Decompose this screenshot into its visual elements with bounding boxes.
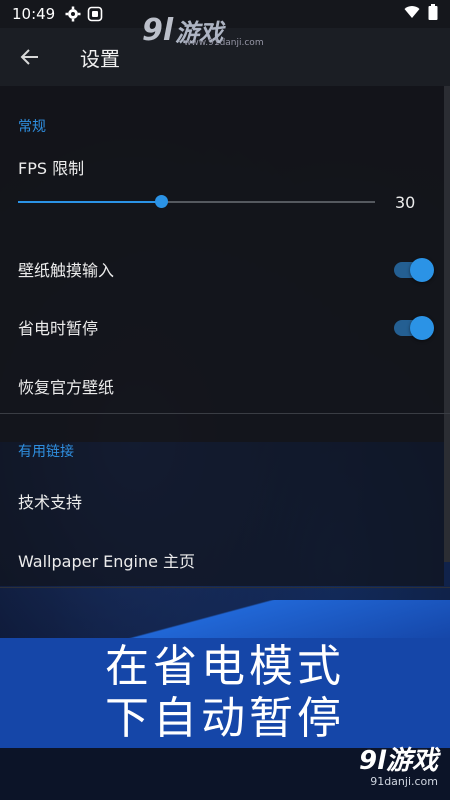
section-header-general: 常规 [18, 119, 46, 135]
power-save-pause-row[interactable]: 省电时暂停 [18, 315, 432, 339]
wallpaper-touch-row[interactable]: 壁纸触摸输入 [18, 257, 432, 281]
promo-line-2: 下自动暂停 [105, 693, 345, 744]
wallpaper-touch-label: 壁纸触摸输入 [18, 261, 115, 280]
watermark-logo-top: 9l 游戏 www.91danji.com [142, 12, 264, 49]
fps-slider[interactable] [18, 195, 375, 208]
promo-banner-accent [0, 600, 450, 640]
tech-support-link[interactable]: 技术支持 [18, 489, 82, 513]
divider [0, 413, 450, 414]
promo-banner: 在省电模式 下自动暂停 [0, 638, 450, 748]
section-header-links: 有用链接 [18, 444, 74, 460]
screenshot-icon [87, 6, 103, 22]
status-time: 10:49 [12, 5, 56, 23]
wallpaper-engine-homepage-link[interactable]: Wallpaper Engine 主页 [18, 548, 195, 572]
fps-slider-fill [18, 201, 161, 203]
watermark-logo-bottom: 9l游戏 91danji.com [358, 746, 438, 788]
restore-official-wallpaper[interactable]: 恢复官方壁纸 [18, 374, 114, 398]
power-save-pause-toggle[interactable] [394, 316, 434, 340]
gear-icon [65, 6, 81, 22]
toggle-knob [410, 316, 434, 340]
fps-limit-label: FPS 限制 [18, 159, 85, 178]
wallpaper-touch-toggle[interactable] [394, 258, 434, 282]
toggle-knob [410, 258, 434, 282]
status-bar: 10:49 [0, 0, 450, 28]
battery-icon [428, 4, 438, 24]
promo-line-1: 在省电模式 [105, 641, 345, 692]
fps-value: 30 [395, 193, 416, 212]
fps-slider-thumb[interactable] [154, 195, 168, 208]
wifi-icon [404, 5, 420, 23]
divider [0, 587, 450, 588]
power-save-pause-label: 省电时暂停 [18, 319, 99, 338]
